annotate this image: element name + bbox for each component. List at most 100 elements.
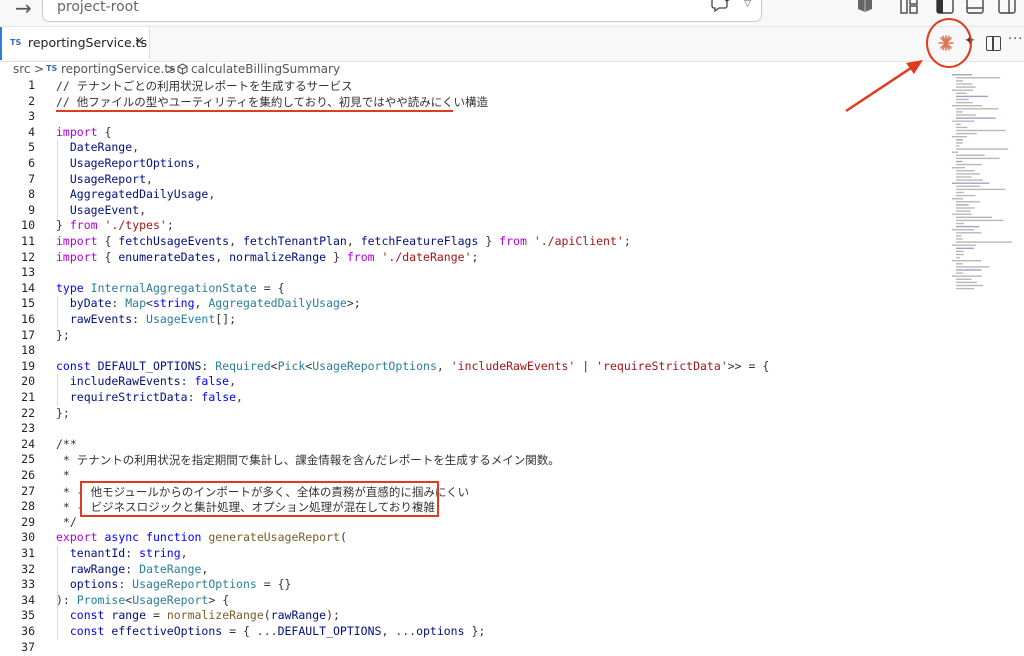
code-token: DEFAULT_OPTIONS xyxy=(97,358,202,373)
code-line[interactable]: 18 xyxy=(0,343,940,359)
back-arrow-icon[interactable]: → xyxy=(15,0,32,20)
minimap-line xyxy=(952,151,958,153)
minimap-line xyxy=(956,80,963,82)
code-line[interactable]: 14 type InternalAggregationState = { xyxy=(0,281,940,297)
code-token: 'includeRawEvents' xyxy=(450,358,576,373)
code-line[interactable]: 9 UsageEvent, xyxy=(0,203,940,219)
close-icon[interactable]: × xyxy=(134,34,145,49)
toggle-secondary-sidebar-icon[interactable] xyxy=(998,0,1016,14)
code-token: rawEvents xyxy=(56,312,133,326)
code-token: range xyxy=(111,608,147,623)
code-token: UsageEvent xyxy=(56,202,140,217)
code-token: false xyxy=(194,374,230,389)
code-line[interactable]: 29 */ xyxy=(0,515,940,531)
line-number: 36 xyxy=(21,624,35,638)
minimap-line xyxy=(956,241,1012,243)
minimap-line xyxy=(956,188,1006,191)
command-center[interactable]: project-root ▽ xyxy=(42,0,762,22)
code-line[interactable]: 25 * テナントの利用状況を指定期間で集計し、課金情報を含んだレポートを生成す… xyxy=(0,452,940,468)
editor-tab-bar: TS reportingService.ts × ✦ ··· xyxy=(0,26,1024,62)
line-number: 7 xyxy=(28,171,35,186)
more-actions-icon[interactable]: ··· xyxy=(1008,32,1023,47)
code-line[interactable]: 22}; xyxy=(0,406,940,422)
code-line[interactable]: 30 export async function generateUsageRep… xyxy=(0,530,940,546)
indent-guide xyxy=(57,296,58,328)
code-token: type xyxy=(56,280,84,295)
minimap-line xyxy=(956,256,960,259)
code-line[interactable]: 7 UsageReport, xyxy=(0,172,940,188)
code-token: , xyxy=(346,234,361,248)
line-number: 12 xyxy=(21,249,35,264)
code-token: // xyxy=(56,94,77,109)
annotation-underline xyxy=(56,110,453,112)
split-editor-icon[interactable] xyxy=(986,36,1001,51)
code-token: Promise xyxy=(76,592,126,607)
code-line[interactable]: 1 // テナントごとの利用状況レポートを生成するサービス xyxy=(0,78,940,94)
accounts-icon[interactable] xyxy=(856,0,874,14)
line-number: 31 xyxy=(21,546,35,560)
code-line[interactable]: 12 import { enumerateDates, normalizeRang… xyxy=(0,250,940,266)
code-line[interactable]: 31 tenantId: string, xyxy=(0,546,940,562)
chat-sparkle-icon[interactable] xyxy=(711,0,731,13)
tab-reportingservice[interactable]: TS reportingService.ts × xyxy=(0,27,150,60)
code-text: }; xyxy=(56,328,70,342)
code-token: } xyxy=(326,249,347,264)
code-token: string xyxy=(139,546,181,560)
code-text: options: UsageReportOptions = {} xyxy=(56,577,292,592)
code-text: AggregatedDailyUsage, xyxy=(56,187,215,201)
code-line[interactable]: 8 AggregatedDailyUsage, xyxy=(0,187,940,203)
code-line[interactable]: 21 requireStrictData: false, xyxy=(0,390,940,406)
code-line[interactable]: 5 DateRange, xyxy=(0,140,940,156)
code-text: // 他ファイルの型やユーティリティを集約しており、初見ではやや読みにくい構造 xyxy=(56,94,488,110)
code-line[interactable]: 10} from './types'; xyxy=(0,218,940,234)
minimap-line xyxy=(956,114,976,116)
code-line[interactable]: 2 // 他ファイルの型やユーティリティを集約しており、初見ではやや読みにくい構造 xyxy=(0,94,940,110)
code-line[interactable]: 36 const effectiveOptions = { ...DEFAULT… xyxy=(0,624,940,640)
code-token: function xyxy=(146,530,202,545)
code-line[interactable]: 15 byDate: Map<string, AggregatedDailyUs… xyxy=(0,296,940,312)
code-token: import xyxy=(56,249,98,264)
code-token: , xyxy=(236,390,243,404)
chevron-down-icon[interactable]: ▽ xyxy=(744,0,751,9)
code-token: []; xyxy=(215,312,237,326)
code-token: InternalAggregationState xyxy=(90,280,257,295)
minimap-line xyxy=(956,154,985,156)
code-line[interactable]: 24 /** xyxy=(0,437,940,453)
code-line[interactable]: 4 import { xyxy=(0,125,940,141)
code-token: './types' xyxy=(104,218,167,233)
code-line[interactable]: 35 const range = normalizeRange(rawRange… xyxy=(0,608,940,624)
code-line[interactable]: 17}; xyxy=(0,328,940,344)
code-token: = {} xyxy=(256,577,292,592)
code-token: }; xyxy=(56,405,70,420)
code-text: UsageEvent, xyxy=(56,203,146,217)
code-line[interactable]: 33 options: UsageReportOptions = {} xyxy=(0,577,940,593)
code-token: : xyxy=(118,577,133,592)
breadcrumb-file[interactable]: reportingService.ts xyxy=(61,62,175,76)
code-line[interactable]: 6 UsageReportOptions, xyxy=(0,156,940,172)
code-token: from xyxy=(499,234,527,248)
code-line[interactable]: 23 xyxy=(0,421,940,437)
code-line[interactable]: 19 const DEFAULT_OPTIONS: Required<Pick<U… xyxy=(0,359,940,375)
code-token: effectiveOptions xyxy=(111,624,223,638)
symbol-method-icon xyxy=(177,63,188,75)
breadcrumb-folder[interactable]: src xyxy=(13,62,31,76)
code-text: import { fetchUsageEvents, fetchTenantPl… xyxy=(56,234,631,248)
breadcrumb-symbol[interactable]: calculateBillingSummary xyxy=(191,62,340,76)
code-line[interactable]: 16 rawEvents: UsageEvent[]; xyxy=(0,312,940,328)
code-token: , xyxy=(132,140,140,155)
layout-customize-icon[interactable] xyxy=(900,0,918,14)
code-line[interactable]: 13 xyxy=(0,265,940,281)
code-line[interactable]: 20 includeRawEvents: false, xyxy=(0,374,940,390)
code-line[interactable]: 32 rawRange: DateRange, xyxy=(0,562,940,578)
code-line[interactable]: 11 import { fetchUsageEvents, fetchTenant… xyxy=(0,234,940,250)
minimap-line xyxy=(956,123,961,125)
code-line[interactable]: 34): Promise<UsageReport> { xyxy=(0,593,940,609)
line-number: 37 xyxy=(21,639,35,654)
minimap[interactable] xyxy=(950,70,1024,300)
code-token: Map xyxy=(125,296,147,311)
code-token: , xyxy=(194,156,202,170)
code-token: DateRange xyxy=(139,561,202,576)
toggle-primary-sidebar-icon[interactable] xyxy=(936,0,954,14)
line-number: 4 xyxy=(28,124,35,139)
toggle-panel-icon[interactable] xyxy=(966,0,984,14)
